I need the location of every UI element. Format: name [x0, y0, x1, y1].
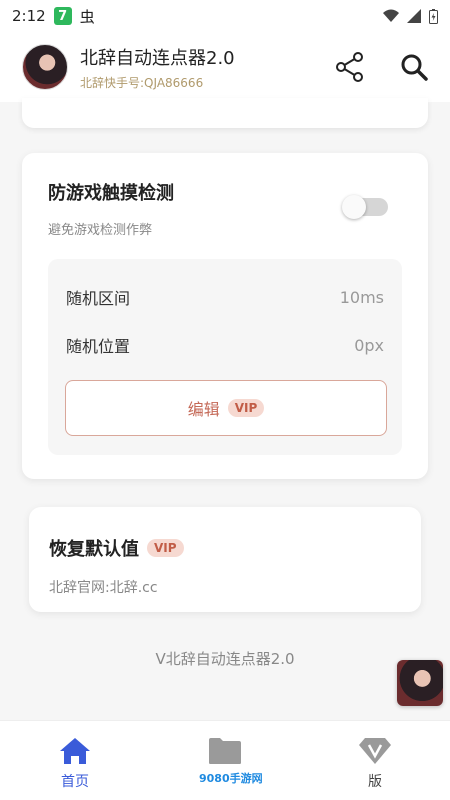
setting-label: 随机区间	[66, 289, 131, 308]
wifi-icon	[383, 9, 399, 22]
app-subtitle: 北辞快手号:QJA86666	[80, 75, 204, 90]
edit-button[interactable]: 编辑 VIP	[65, 380, 387, 436]
reset-desc: 北辞官网:北辞.cc	[49, 580, 158, 596]
reset-title-row: 恢复默认值 VIP	[49, 535, 401, 561]
watermark: 9080手游网	[195, 770, 267, 786]
anti-detect-card: 防游戏触摸检测 避免游戏检测作弊 随机区间 10ms 随机位置 0px 编辑 V…	[22, 153, 428, 479]
app-title: 北辞自动连点器2.0	[80, 47, 235, 69]
reset-title: 恢复默认值	[49, 539, 139, 560]
status-bar: 2:12 7 虫	[0, 0, 450, 32]
anti-detect-toggle[interactable]	[342, 195, 388, 219]
app-badge-icon: 7	[53, 7, 72, 25]
setting-row-random-position[interactable]: 随机位置 0px	[66, 321, 384, 369]
battery-icon	[429, 8, 438, 24]
setting-value: 0px	[354, 335, 384, 355]
nav-home[interactable]: 首页	[0, 721, 150, 800]
notification-icon: 虫	[79, 7, 95, 26]
floating-avatar[interactable]	[397, 660, 443, 706]
setting-label: 随机位置	[66, 337, 131, 356]
setting-value: 10ms	[339, 287, 384, 307]
home-icon	[60, 738, 90, 764]
diamond-v-icon	[359, 738, 391, 764]
nav-home-label: 首页	[61, 774, 89, 790]
setting-row-random-interval[interactable]: 随机区间 10ms	[66, 273, 384, 321]
edit-button-label: 编辑	[187, 400, 220, 419]
folder-icon	[209, 738, 241, 764]
toggle-knob	[342, 195, 366, 219]
reset-defaults-card[interactable]: 恢复默认值 VIP 北辞官网:北辞.cc	[29, 507, 421, 612]
search-icon[interactable]	[400, 53, 428, 81]
nav-version-label: 版	[368, 774, 382, 790]
share-icon[interactable]	[336, 52, 364, 82]
bottom-nav: 首页 版	[0, 720, 450, 800]
avatar[interactable]	[22, 44, 68, 90]
anti-detect-desc: 避免游戏检测作弊	[48, 223, 153, 238]
anti-detect-settings: 随机区间 10ms 随机位置 0px 编辑 VIP	[48, 259, 402, 455]
vip-badge: VIP	[147, 539, 184, 557]
app-header: 北辞自动连点器2.0 北辞快手号:QJA86666	[0, 32, 450, 102]
vip-badge: VIP	[227, 399, 265, 417]
signal-icon	[407, 9, 421, 23]
version-text: V北辞自动连点器2.0	[155, 650, 295, 668]
nav-version[interactable]: 版	[300, 721, 450, 800]
status-icons	[383, 8, 438, 24]
header-actions	[336, 52, 428, 82]
nav-files[interactable]	[150, 721, 300, 800]
previous-card	[22, 98, 428, 128]
title-block: 北辞自动连点器2.0 北辞快手号:QJA86666	[80, 44, 235, 91]
status-time: 2:12	[12, 7, 46, 25]
